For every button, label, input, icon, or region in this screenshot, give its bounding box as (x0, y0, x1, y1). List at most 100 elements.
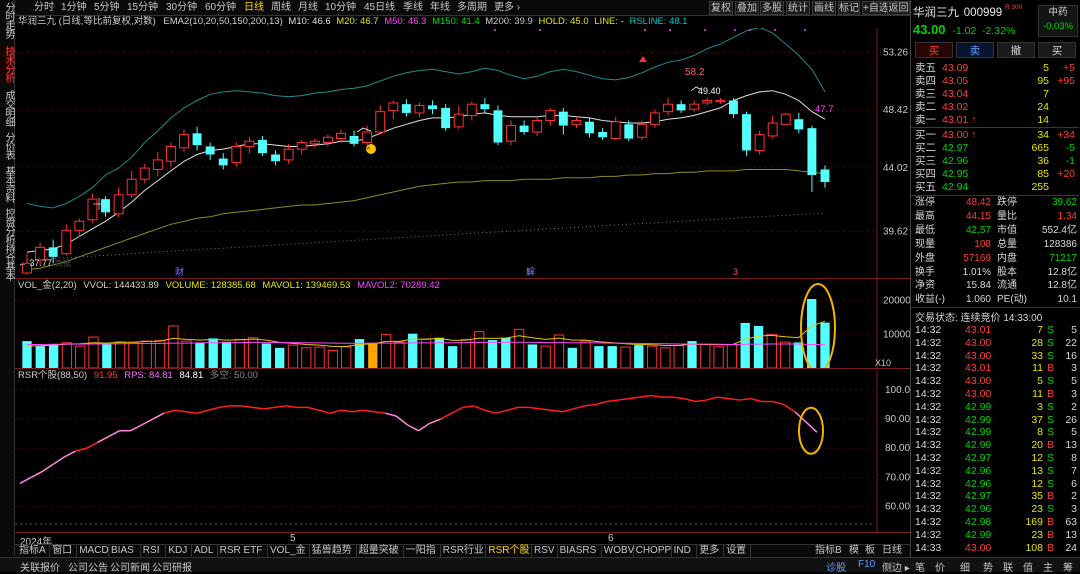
tick-row[interactable]: 14:32 42.96 12 S 6 (911, 478, 1077, 490)
tool-button-1[interactable]: 叠加 (735, 1, 759, 15)
indicator-tab-9[interactable]: 猛兽趋势 (310, 544, 357, 557)
tick-row[interactable]: 14:32 43.00 5 S 5 (911, 375, 1077, 387)
period-10[interactable]: 45日线 (360, 0, 399, 16)
tick-price: 43.00 (965, 388, 992, 400)
indicator-tab-4[interactable]: RSI (141, 544, 167, 557)
indicator-tab-17[interactable]: CHOPP (634, 544, 672, 557)
indicator-right-0[interactable]: 指标B (815, 544, 842, 557)
period-13[interactable]: 多周期 (453, 0, 491, 16)
indicator-tab-20[interactable]: 设置 (724, 544, 752, 557)
left-tab-1[interactable]: 技术分析 (1, 46, 14, 82)
volume-bar (141, 340, 152, 368)
indicator-tab-1[interactable]: 窗口 (50, 544, 78, 557)
asks-price[interactable]: 43.04 (942, 88, 968, 100)
indicator-tab-8[interactable]: VOL_金 (268, 544, 310, 557)
tick-row[interactable]: 14:32 43.00 33 S 16 (911, 350, 1077, 362)
tool-button-4[interactable]: 画线 (812, 1, 836, 15)
period-14[interactable]: 更多 › (490, 0, 524, 16)
period-5[interactable]: 60分钟 (201, 0, 240, 16)
tick-row[interactable]: 14:32 43.01 7 S 5 (911, 324, 1077, 336)
tick-row[interactable]: 14:32 42.99 37 S 26 (911, 414, 1077, 426)
indicator-tab-10[interactable]: 超量突破 (357, 544, 404, 557)
price-chart[interactable]: 53.26 48.42 44.02 39.62 58.2 49.40 47.7 ← 37.77… (15, 28, 910, 278)
bids-price[interactable]: 43.00 ↑ (942, 129, 976, 141)
period-1[interactable]: 1分钟 (57, 0, 91, 16)
left-tab-6[interactable]: 持仓基本 (1, 244, 14, 280)
tick-row[interactable]: 14:32 42.97 12 S 8 (911, 452, 1077, 464)
volume-chart[interactable]: 20000 10000 X10 (15, 280, 910, 368)
asks-price[interactable]: 43.09 (942, 62, 968, 74)
indicator-tab-15[interactable]: BIASRS (558, 544, 602, 557)
indicator-tab-14[interactable]: RSV (532, 544, 558, 557)
trade-button-2[interactable]: 撤 (997, 42, 1035, 58)
tick-row[interactable]: 14:32 42.99 20 B 13 (911, 439, 1077, 451)
left-tab-4[interactable]: 基本资料 (1, 166, 14, 202)
indicator-tab-0[interactable]: 指标A (17, 544, 51, 557)
indicator-tab-13[interactable]: RSR个股 (486, 544, 532, 557)
period-9[interactable]: 10分钟 (321, 0, 360, 16)
indicator-tab-7[interactable]: RSR ETF (218, 544, 268, 557)
trade-button-3[interactable]: 买 (1038, 42, 1076, 58)
indicator-tab-18[interactable]: IND (672, 544, 698, 557)
tick-row[interactable]: 14:32 42.96 13 S 7 (911, 465, 1077, 477)
period-0[interactable]: 分时 (30, 0, 58, 16)
tick-row[interactable]: 14:32 43.00 11 B 3 (911, 388, 1077, 400)
period-2[interactable]: 5分钟 (90, 0, 124, 16)
tick-row[interactable]: 14:33 43.00 108 B 24 (911, 542, 1077, 554)
period-11[interactable]: 季线 (399, 0, 427, 16)
stock-header: 华润三九 000999 R 300 (913, 4, 1022, 20)
indicator-tab-6[interactable]: ADL (192, 544, 218, 557)
tool-button-3[interactable]: 统计 (786, 1, 810, 15)
tick-list[interactable]: 14:32 43.01 7 S 5 14:32 43.00 28 S 22 14:32 43.00 33… (911, 323, 1079, 557)
period-3[interactable]: 15分钟 (123, 0, 162, 16)
indicator-tab-12[interactable]: RSR行业 (441, 544, 487, 557)
tool-button-5[interactable]: 标记 (838, 1, 860, 15)
tick-row[interactable]: 14:32 42.99 8 S 5 (911, 426, 1077, 438)
indicator-tab-2[interactable]: MACD (77, 544, 109, 557)
indicator-tab-11[interactable]: 一阳指 (404, 544, 441, 557)
left-tab-5[interactable]: 控盘分析 (1, 208, 14, 244)
tick-volume: 7 (1037, 324, 1043, 336)
indicator-tab-19[interactable]: 更多 (697, 544, 725, 557)
period-7[interactable]: 周线 (267, 0, 295, 16)
left-tab-3[interactable]: 分价表 (1, 132, 14, 159)
tick-count: 16 (1065, 349, 1077, 362)
trade-button-0[interactable]: 买 (915, 42, 953, 58)
indicator-right-3[interactable]: 日线 (882, 544, 902, 557)
asks-price[interactable]: 43.05 (942, 75, 968, 87)
tick-row[interactable]: 14:32 42.97 35 B 2 (911, 490, 1077, 502)
bids-price[interactable]: 42.97 (942, 142, 968, 154)
left-tab-2[interactable]: 成交明细 (1, 90, 14, 126)
asks-price[interactable]: 43.02 (942, 101, 968, 113)
indicator-tab-5[interactable]: KDJ (166, 544, 192, 557)
indicator-tab-3[interactable]: BIAS (109, 544, 141, 557)
tool-button-7[interactable]: 返回 (887, 1, 910, 15)
tick-row[interactable]: 14:32 42.99 3 S 2 (911, 401, 1077, 413)
tool-button-0[interactable]: 复权 (709, 1, 733, 15)
bids-price[interactable]: 42.96 (942, 155, 968, 167)
period-6[interactable]: 日线 (240, 0, 268, 16)
tool-button-6[interactable]: +自选 (862, 1, 889, 15)
status-right-1[interactable]: F10 (858, 559, 875, 570)
period-8[interactable]: 月线 (294, 0, 322, 16)
trade-button-1[interactable]: 卖 (956, 42, 994, 58)
legend-indicator[interactable]: EMA2(10,20,50,150,200,13) (163, 16, 282, 27)
asks-price[interactable]: 43.01 ↑ (942, 114, 976, 126)
tick-row[interactable]: 14:32 43.00 28 S 22 (911, 337, 1077, 349)
rsr-chart[interactable]: 100.0 90.00 80.00 70.00 60.00 (15, 370, 910, 534)
bids-price[interactable]: 42.94 (942, 181, 968, 193)
indicator-right-2[interactable]: 板 (865, 544, 875, 557)
period-12[interactable]: 年线 (426, 0, 454, 16)
indicator-right-1[interactable]: 模 (849, 544, 859, 557)
tick-row[interactable]: 14:32 42.96 23 S 3 (911, 503, 1077, 515)
tool-button-2[interactable]: 多股 (760, 1, 784, 15)
tick-row[interactable]: 14:32 42.99 23 B 13 (911, 529, 1077, 541)
tick-row[interactable]: 14:32 43.01 11 B 3 (911, 362, 1077, 374)
sector-box[interactable]: 中药 -0.03% (1038, 5, 1078, 37)
period-4[interactable]: 30分钟 (162, 0, 201, 16)
asks-label: 卖四 (915, 75, 936, 87)
indicator-tab-16[interactable]: WOBV (602, 544, 634, 557)
bids-price[interactable]: 42.95 (942, 168, 968, 180)
left-tab-0[interactable]: 分时走势 (1, 2, 14, 38)
tick-row[interactable]: 14:32 42.98 169 B 63 (911, 516, 1077, 528)
